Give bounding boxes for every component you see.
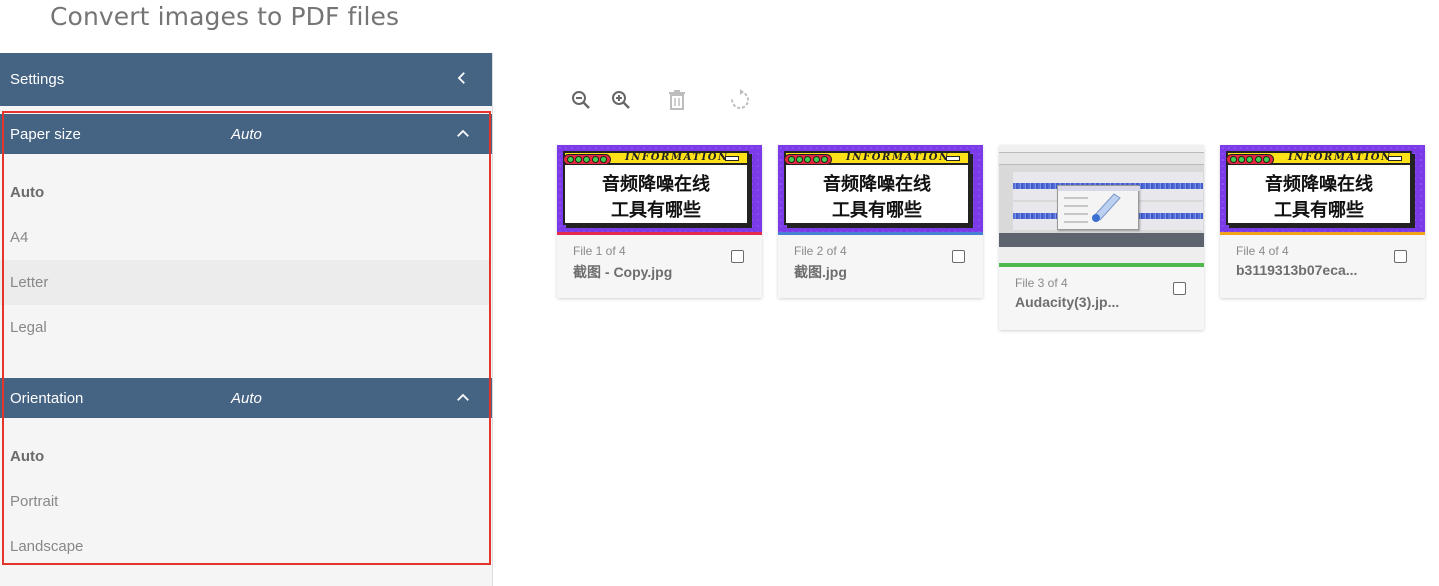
orientation-header[interactable]: Orientation Auto (0, 378, 492, 418)
file-index-label: File 1 of 4 (573, 244, 626, 258)
file-name: b3119313b07eca... (1236, 262, 1358, 278)
file-card[interactable]: INFORMATION 音频降噪在线 工具有哪些 File 4 of 4 b31… (1220, 145, 1425, 298)
file-select-checkbox[interactable] (1394, 250, 1407, 263)
information-banner-image: INFORMATION 音频降噪在线 工具有哪些 (1220, 145, 1425, 232)
file-select-checkbox[interactable] (952, 250, 965, 263)
file-index-label: File 4 of 4 (1236, 244, 1289, 258)
file-thumbnail: INFORMATION 音频降噪在线 工具有哪些 (557, 145, 762, 235)
information-banner-image: INFORMATION 音频降噪在线 工具有哪些 (778, 145, 983, 232)
orientation-label: Orientation (10, 389, 84, 407)
paper-size-value: Auto (231, 125, 262, 143)
paper-size-label: Paper size (10, 125, 81, 143)
file-name: 截图.jpg (794, 264, 847, 280)
file-name: 截图 - Copy.jpg (573, 264, 673, 280)
audacity-screenshot-image (999, 145, 1204, 263)
orientation-option-landscape[interactable]: Landscape (0, 524, 490, 569)
file-thumbnail: INFORMATION 音频降噪在线 工具有哪些 (778, 145, 983, 235)
paper-size-option-a4[interactable]: A4 (0, 215, 490, 260)
rotate-icon[interactable] (728, 88, 752, 112)
orientation-option-auto[interactable]: Auto (0, 434, 490, 479)
zoom-out-icon[interactable] (569, 88, 593, 112)
orientation-option-portrait[interactable]: Portrait (0, 479, 490, 524)
file-index-label: File 2 of 4 (794, 244, 847, 258)
chevron-left-icon[interactable] (442, 69, 482, 91)
information-banner-image: INFORMATION 音频降噪在线 工具有哪些 (557, 145, 762, 232)
paper-size-option-legal[interactable]: Legal (0, 305, 490, 350)
file-index-label: File 3 of 4 (1015, 276, 1068, 290)
paper-size-option-auto[interactable]: Auto (0, 170, 490, 215)
file-thumbnail (999, 145, 1204, 267)
file-name: Audacity(3).jp... (1015, 294, 1120, 310)
file-thumbnail: INFORMATION 音频降噪在线 工具有哪些 (1220, 145, 1425, 235)
file-card[interactable]: File 3 of 4 Audacity(3).jp... (999, 145, 1204, 330)
delete-icon[interactable] (665, 88, 689, 112)
file-card[interactable]: INFORMATION 音频降噪在线 工具有哪些 File 1 of 4 截图 … (557, 145, 762, 298)
chevron-up-icon[interactable] (454, 125, 472, 143)
file-select-checkbox[interactable] (731, 250, 744, 263)
file-select-checkbox[interactable] (1173, 282, 1186, 295)
file-card[interactable]: INFORMATION 音频降噪在线 工具有哪些 File 2 of 4 截图.… (778, 145, 983, 298)
orientation-value: Auto (231, 389, 262, 407)
settings-header-label: Settings (10, 71, 65, 88)
zoom-in-icon[interactable] (609, 88, 633, 112)
page-title: Convert images to PDF files (50, 2, 400, 31)
paper-size-header[interactable]: Paper size Auto (0, 114, 492, 154)
chevron-up-icon[interactable] (454, 389, 472, 407)
settings-header[interactable]: Settings (0, 53, 492, 106)
settings-sidebar: Settings Paper size Auto Auto A4 Letter … (0, 53, 493, 586)
paper-size-option-letter[interactable]: Letter (0, 260, 490, 305)
